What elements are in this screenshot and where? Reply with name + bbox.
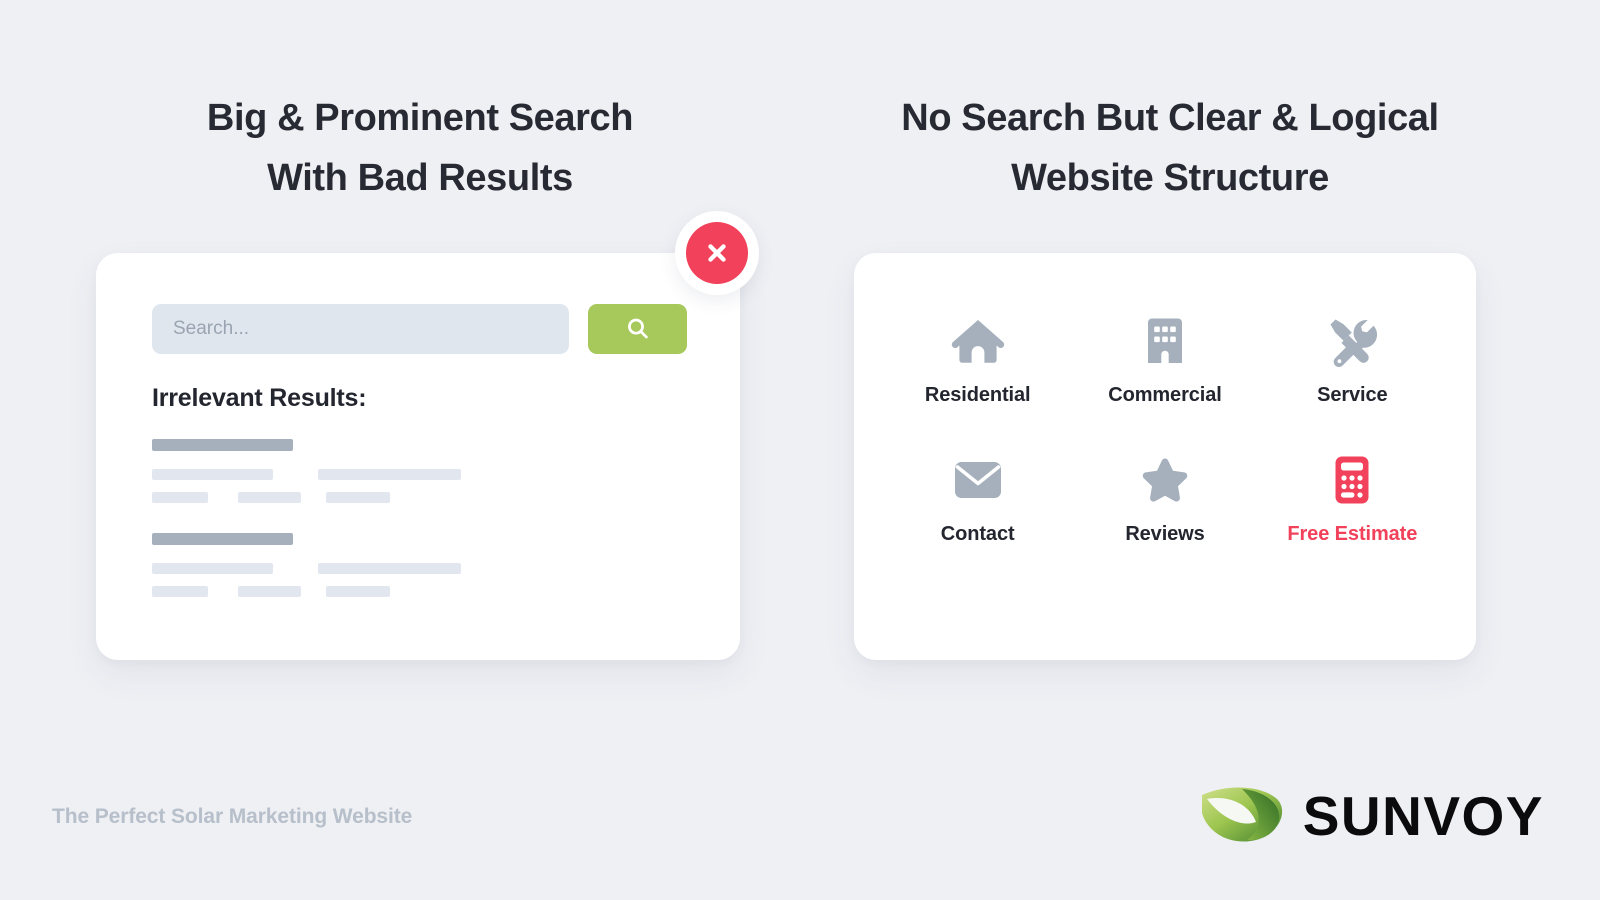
skeleton-line <box>152 492 632 503</box>
close-x-icon <box>708 244 726 262</box>
right-column-heading: No Search But Clear & Logical Website St… <box>800 88 1540 208</box>
site-nav-grid: Residential Commercial Service Contact R… <box>884 315 1446 546</box>
nav-item-residential[interactable]: Residential <box>884 315 1071 407</box>
skeleton-segment <box>318 469 461 480</box>
right-heading-line-2: Website Structure <box>1011 157 1329 200</box>
left-heading-line-1: Big & Prominent Search <box>206 97 634 139</box>
skeleton-heading-bar <box>152 533 293 545</box>
nav-item-commercial[interactable]: Commercial <box>1071 315 1258 407</box>
skeleton-segment <box>152 563 273 574</box>
skeleton-segment <box>326 586 390 597</box>
leaf-logo-icon <box>1199 782 1285 849</box>
brand-wordmark: SUNVOY <box>1302 784 1544 847</box>
skeleton-line <box>152 586 632 597</box>
nav-label: Reviews <box>1125 523 1205 545</box>
negative-badge-core <box>686 222 748 284</box>
left-heading-line-2: With Bad Results <box>267 157 573 200</box>
right-column: No Search But Clear & Logical Website St… <box>800 0 1540 900</box>
building-icon <box>1145 315 1185 367</box>
status-badge-negative <box>675 211 759 295</box>
left-column: Big & Prominent Search With Bad Results <box>60 0 780 900</box>
search-icon <box>627 318 648 339</box>
skeleton-line <box>152 469 632 480</box>
search-input[interactable] <box>152 304 569 354</box>
envelope-icon <box>953 454 1003 506</box>
footer-caption: The Perfect Solar Marketing Website <box>52 805 413 828</box>
home-icon <box>950 315 1006 367</box>
left-column-heading: Big & Prominent Search With Bad Results <box>60 88 780 208</box>
nav-label: Free Estimate <box>1287 523 1418 545</box>
skeleton-segment <box>318 563 461 574</box>
search-row <box>152 304 687 354</box>
star-icon <box>1140 454 1190 506</box>
nav-item-contact[interactable]: Contact <box>884 454 1071 546</box>
nav-item-service[interactable]: Service <box>1259 315 1446 407</box>
nav-item-reviews[interactable]: Reviews <box>1071 454 1258 546</box>
skeleton-segment <box>238 586 301 597</box>
tools-icon <box>1326 315 1378 367</box>
result-skeleton-group <box>152 533 632 609</box>
skeleton-segment <box>152 586 208 597</box>
skeleton-heading-bar <box>152 439 293 451</box>
nav-label: Contact <box>940 523 1015 545</box>
skeleton-segment <box>238 492 301 503</box>
brand-logo: SUNVOY <box>1199 782 1544 849</box>
skeleton-segment <box>152 469 273 480</box>
calculator-icon <box>1333 454 1371 506</box>
clear-structure-card: Residential Commercial Service Contact R… <box>854 253 1476 660</box>
skeleton-segment <box>152 492 208 503</box>
skeleton-line <box>152 563 632 574</box>
nav-label: Commercial <box>1108 384 1222 406</box>
nav-label: Service <box>1317 384 1388 406</box>
irrelevant-results-title: Irrelevant Results: <box>152 384 367 412</box>
nav-item-free-estimate[interactable]: Free Estimate <box>1259 454 1446 546</box>
result-skeleton-group <box>152 439 632 515</box>
right-heading-line-1: No Search But Clear & Logical <box>901 97 1439 139</box>
skeleton-segment <box>326 492 390 503</box>
nav-label: Residential <box>924 384 1031 406</box>
comparison-infographic: Big & Prominent Search With Bad Results <box>0 0 1600 900</box>
search-submit-button[interactable] <box>588 304 687 354</box>
bad-search-card: Irrelevant Results: <box>96 253 740 660</box>
